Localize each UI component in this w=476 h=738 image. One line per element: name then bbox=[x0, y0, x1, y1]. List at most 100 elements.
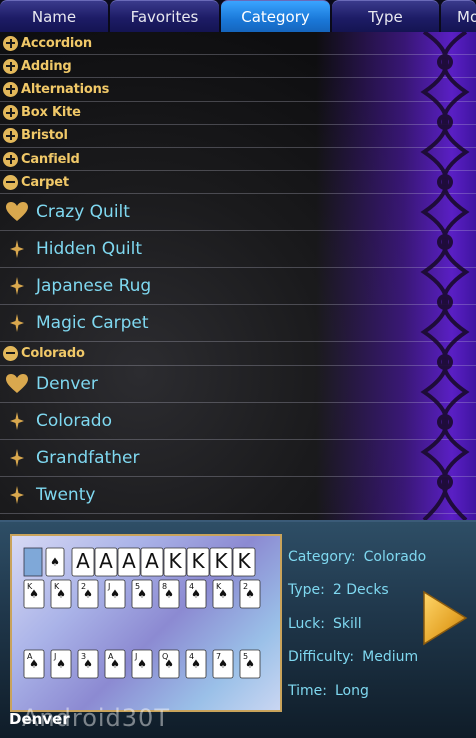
card-rank: K bbox=[214, 549, 228, 573]
game-label: Japanese Rug bbox=[36, 276, 152, 297]
card-suit-icon: ♠ bbox=[110, 587, 120, 600]
detail-type: Type: 2 Decks bbox=[288, 574, 428, 608]
category-label: Canfield bbox=[21, 151, 80, 167]
foundation-card: A bbox=[117, 547, 141, 577]
game-row[interactable]: Crazy Quilt bbox=[0, 194, 476, 232]
card-suit-icon: ♠ bbox=[164, 587, 174, 600]
card-suit-icon: ♠ bbox=[83, 657, 93, 670]
card-suit-icon: ♠ bbox=[29, 657, 39, 670]
tab-favorites[interactable]: Favorites bbox=[110, 0, 219, 32]
expand-icon[interactable] bbox=[3, 58, 18, 74]
collapse-icon[interactable] bbox=[3, 174, 18, 190]
selected-game-name: Denver bbox=[9, 710, 70, 728]
game-row[interactable]: Japanese Rug bbox=[0, 268, 476, 306]
tableau-card: 5♠ bbox=[239, 649, 261, 679]
category-row[interactable]: Colorado bbox=[0, 342, 476, 366]
collapse-icon[interactable] bbox=[3, 345, 18, 361]
detail-time: Time: Long bbox=[288, 674, 428, 708]
category-label: Carpet bbox=[21, 174, 69, 190]
tableau-card: 5♠ bbox=[131, 579, 153, 609]
foundation-card: K bbox=[186, 547, 210, 577]
stock-pile bbox=[23, 547, 43, 577]
category-row[interactable]: Canfield bbox=[0, 148, 476, 172]
card-suit-icon: ♠ bbox=[56, 587, 66, 600]
tab-category[interactable]: Category bbox=[221, 0, 330, 32]
expand-icon[interactable] bbox=[3, 151, 18, 167]
tab-more[interactable]: Mo bbox=[441, 0, 476, 32]
category-row[interactable]: Accordion bbox=[0, 32, 476, 56]
detail-time-label: Time: bbox=[288, 682, 327, 699]
card-suit-icon: ♠ bbox=[110, 657, 120, 670]
game-details: Category: Colorado Type: 2 Decks Luck: Skil… bbox=[288, 540, 428, 708]
waste-card: ♠ bbox=[45, 547, 65, 577]
tableau-card: J♠ bbox=[131, 649, 153, 679]
category-label: Box Kite bbox=[21, 105, 81, 121]
game-row[interactable]: Colorado bbox=[0, 403, 476, 440]
card-suit-icon: ♠ bbox=[137, 587, 147, 600]
detail-difficulty-label: Difficulty: bbox=[288, 649, 355, 666]
card-suit-icon: ♠ bbox=[137, 657, 147, 670]
detail-category-label: Category: bbox=[288, 548, 356, 565]
game-label: Twenty bbox=[36, 484, 96, 505]
tab-bar: Name Favorites Category Type Mo bbox=[0, 0, 476, 32]
card-suit-icon: ♠ bbox=[56, 657, 66, 670]
sparkle-icon[interactable] bbox=[6, 447, 28, 469]
game-row[interactable]: Grandfather bbox=[0, 440, 476, 477]
sparkle-icon[interactable] bbox=[6, 238, 28, 260]
expand-icon[interactable] bbox=[3, 35, 18, 51]
game-label: Denver bbox=[36, 373, 98, 394]
tab-name[interactable]: Name bbox=[0, 0, 108, 32]
tableau-card: 4♠ bbox=[185, 649, 207, 679]
tableau-card: 2♠ bbox=[239, 579, 261, 609]
category-label: Accordion bbox=[21, 35, 92, 51]
tab-type[interactable]: Type bbox=[332, 0, 440, 32]
expand-icon[interactable] bbox=[3, 105, 18, 121]
foundation-card: K bbox=[209, 547, 233, 577]
detail-category-value: Colorado bbox=[363, 548, 427, 565]
detail-difficulty: Difficulty: Medium bbox=[288, 641, 428, 675]
game-row[interactable]: Denver bbox=[0, 366, 476, 403]
card-suit-icon: ♠ bbox=[83, 587, 93, 600]
detail-difficulty-value: Medium bbox=[362, 649, 419, 666]
heart-icon[interactable] bbox=[6, 373, 28, 395]
foundation-card: A bbox=[71, 547, 95, 577]
tableau-card: 4♠ bbox=[185, 579, 207, 609]
category-label: Alternations bbox=[21, 81, 110, 97]
sparkle-icon[interactable] bbox=[6, 312, 28, 334]
sparkle-icon[interactable] bbox=[6, 410, 28, 432]
sparkle-icon[interactable] bbox=[6, 275, 28, 297]
card-suit-icon: ♠ bbox=[218, 657, 228, 670]
card-suit-icon: ♠ bbox=[29, 587, 39, 600]
card-rank: K bbox=[168, 549, 182, 573]
tableau-card: A♠ bbox=[23, 649, 45, 679]
card-suit-icon: ♠ bbox=[218, 587, 228, 600]
game-list[interactable]: Accordion Adding Alternations Box Kite Brist… bbox=[0, 32, 476, 520]
game-row[interactable]: Hidden Quilt bbox=[0, 231, 476, 269]
tableau-card: 3♠ bbox=[77, 649, 99, 679]
card-suit-icon: ♠ bbox=[164, 657, 174, 670]
game-row[interactable]: Magic Carpet bbox=[0, 305, 476, 343]
card-suit-icon: ♠ bbox=[245, 657, 255, 670]
game-label: Colorado bbox=[36, 410, 112, 431]
category-row[interactable]: Carpet bbox=[0, 171, 476, 195]
game-preview: ♠ A A A A K K K K K ♠ K ♠ 2 ♠ J ♠ 5 ♠ 8 ♠ 4 ♠ K ♠ 2 ♠ A ♠ J ♠ 3 ♠ A ♠ J ♠ Q ♠ 4… bbox=[10, 534, 282, 712]
ornament-border bbox=[420, 32, 470, 520]
tableau-card: J♠ bbox=[50, 649, 72, 679]
play-arrow-button[interactable] bbox=[420, 590, 468, 646]
category-row[interactable]: Bristol bbox=[0, 125, 476, 148]
heart-icon[interactable] bbox=[6, 201, 28, 223]
tableau-card: K♠ bbox=[212, 579, 234, 609]
expand-icon[interactable] bbox=[3, 128, 18, 144]
game-row[interactable]: Twenty bbox=[0, 477, 476, 514]
sparkle-icon[interactable] bbox=[6, 484, 28, 506]
card-suit-icon: ♠ bbox=[50, 555, 60, 568]
tableau-card: J♠ bbox=[104, 579, 126, 609]
category-row[interactable]: Adding bbox=[0, 55, 476, 79]
card-rank: K bbox=[191, 549, 205, 573]
expand-icon[interactable] bbox=[3, 81, 18, 97]
tableau-card: 2♠ bbox=[77, 579, 99, 609]
category-label: Colorado bbox=[21, 345, 85, 361]
detail-category: Category: Colorado bbox=[288, 540, 428, 574]
category-row[interactable]: Alternations bbox=[0, 78, 476, 102]
category-row[interactable]: Box Kite bbox=[0, 102, 476, 125]
